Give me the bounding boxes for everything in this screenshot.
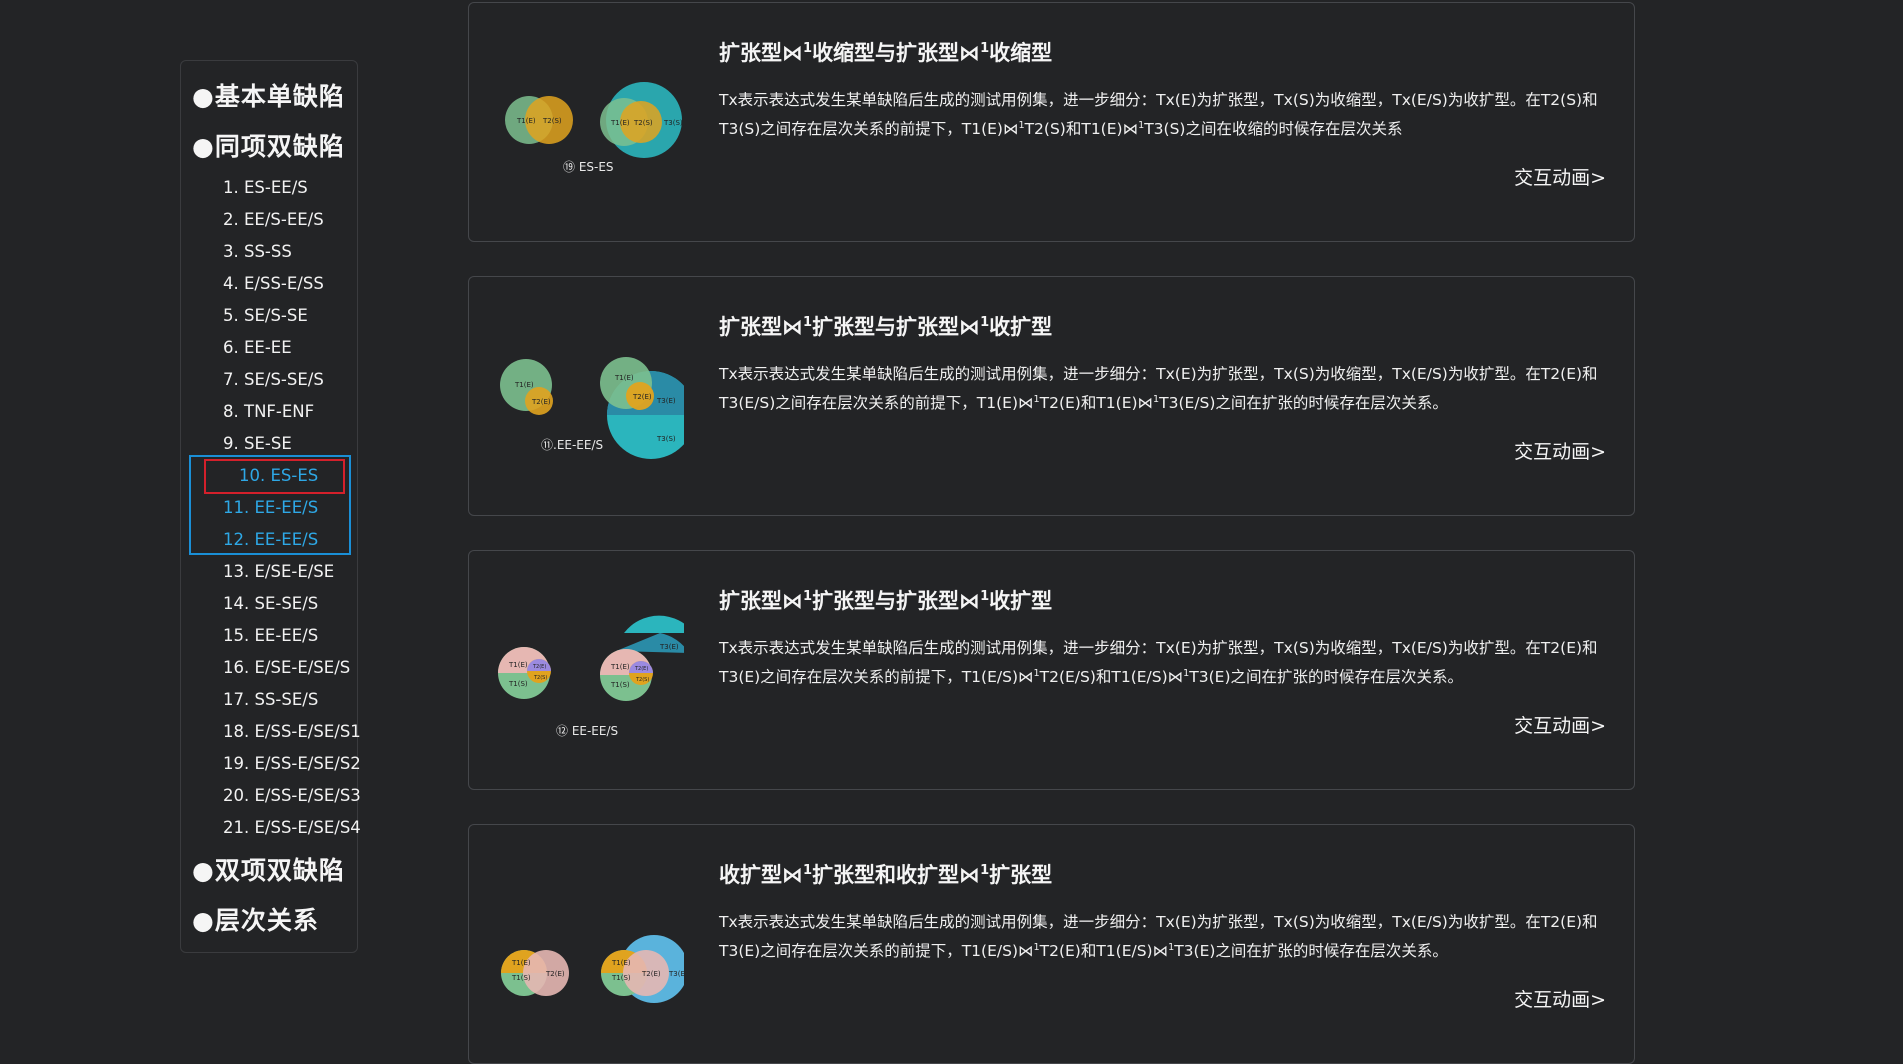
venn-label: T1(S) <box>511 974 531 982</box>
relation-card-1: T1(E) T2(S) T1(E) T2(S) T3(S) ⑲ ES-ES 扩张… <box>468 2 1635 242</box>
venn-label: T1(E) <box>614 374 634 382</box>
sidebar-item-9[interactable]: 9. SE-SE <box>223 434 292 453</box>
venn-label: T3(E) <box>659 643 679 651</box>
interactive-animation-link[interactable]: 交互动画> <box>1514 985 1606 1012</box>
venn-label: T1(E) <box>611 959 631 967</box>
venn-diagram-card-4: T1(E) T1(S) T2(E) T1(E) T1(S) T2(E) T3(E… <box>501 935 684 1003</box>
sidebar-item-6[interactable]: 6. EE-EE <box>223 338 292 357</box>
card-description: Tx表示表达式发生某单缺陷后生成的测试用例集，进一步细分：Tx(E)为扩张型，T… <box>719 639 1598 687</box>
venn-label: T3(E) <box>656 397 676 405</box>
section-hierarchy[interactable]: ●层次关系 <box>192 901 319 937</box>
card-title: 扩张型⋈1扩张型与扩张型⋈1收扩型 <box>719 589 1053 613</box>
card-title: 扩张型⋈1扩张型与扩张型⋈1收扩型 <box>719 315 1053 339</box>
sidebar-item-19[interactable]: 19. E/SS-E/SE/S2 <box>223 754 361 773</box>
venn-label: T1(E) <box>514 381 534 389</box>
venn-label: T1(E) <box>610 663 630 671</box>
venn-label: T3(E) <box>668 970 684 978</box>
venn-label: T2(E) <box>641 970 661 978</box>
sidebar-item-10[interactable]: 10. ES-ES <box>239 466 318 485</box>
venn-label: T2(S) <box>533 675 547 681</box>
diagram-caption: ⑪.EE-EE/S <box>541 438 604 452</box>
sidebar-item-8[interactable]: 8. TNF-ENF <box>223 402 314 421</box>
relation-card-4: T1(E) T1(S) T2(E) T1(E) T1(S) T2(E) T3(E… <box>468 824 1635 1064</box>
relation-card-2: T1(E) T2(E) T1(E) T2(E) T3(E) T3(S) ⑪.EE… <box>468 276 1635 516</box>
venn-label: T2(S) <box>633 119 653 127</box>
sidebar-item-7[interactable]: 7. SE/S-SE/S <box>223 370 324 389</box>
section-two-item-double-defect[interactable]: ●双项双缺陷 <box>192 851 345 887</box>
sidebar-item-4[interactable]: 4. E/SS-E/SS <box>223 274 324 293</box>
card-description: Tx表示表达式发生某单缺陷后生成的测试用例集，进一步细分：Tx(E)为扩张型，T… <box>719 91 1598 139</box>
interactive-animation-link[interactable]: 交互动画> <box>1514 711 1606 738</box>
card-description: Tx表示表达式发生某单缺陷后生成的测试用例集，进一步细分：Tx(E)为扩张型，T… <box>719 365 1598 413</box>
sidebar-item-20[interactable]: 20. E/SS-E/SE/S3 <box>223 786 361 805</box>
venn-label: T2(E) <box>531 398 551 406</box>
sidebar-item-14[interactable]: 14. SE-SE/S <box>223 594 318 613</box>
interactive-animation-link[interactable]: 交互动画> <box>1514 163 1606 190</box>
section-same-item-double-defect[interactable]: ●同项双缺陷 <box>192 127 345 163</box>
venn-label: T1(S) <box>508 680 528 688</box>
venn-label: T1(E) <box>516 117 536 125</box>
venn-label: T1(E) <box>508 661 528 669</box>
sidebar-nav: ●基本单缺陷 ●同项双缺陷 1. ES-EE/S 2. EE/S-EE/S 3.… <box>180 60 361 953</box>
venn-diagram-ee-ees: T1(E) T2(E) T1(E) T2(E) T3(E) T3(S) <box>500 357 684 459</box>
venn-label: T1(S) <box>610 681 630 689</box>
venn-label: T2(S) <box>542 117 562 125</box>
venn-label: T1(S) <box>611 974 631 982</box>
venn-label: T2(E) <box>532 664 546 670</box>
venn-diagram-es-es: T1(E) T2(S) T1(E) T2(S) T3(S) <box>505 82 683 158</box>
sidebar-item-12[interactable]: 12. EE-EE/S <box>223 530 318 549</box>
venn-label: T2(E) <box>632 393 652 401</box>
sidebar-item-16[interactable]: 16. E/SE-E/SE/S <box>223 658 350 677</box>
sidebar-item-18[interactable]: 18. E/SS-E/SE/S1 <box>223 722 361 741</box>
sidebar-item-21[interactable]: 21. E/SS-E/SE/S4 <box>223 818 361 837</box>
venn-label: T2(E) <box>634 666 648 672</box>
sidebar-item-11[interactable]: 11. EE-EE/S <box>223 498 318 517</box>
section-basic-single-defect[interactable]: ●基本单缺陷 <box>192 77 345 113</box>
venn-label: T1(E) <box>511 959 531 967</box>
sidebar-item-17[interactable]: 17. SS-SE/S <box>223 690 318 709</box>
diagram-caption: ⑲ ES-ES <box>563 160 614 174</box>
venn-label: T1(E) <box>610 119 630 127</box>
diagram-caption: ⑫ EE-EE/S <box>556 724 619 738</box>
venn-label: T2(S) <box>635 677 649 683</box>
relation-card-3: T1(E) T1(S) T2(E) T2(S) T1(E) T1(S) T2(E… <box>468 550 1635 790</box>
card-title: 扩张型⋈1收缩型与扩张型⋈1收缩型 <box>719 41 1053 65</box>
sidebar-item-5[interactable]: 5. SE/S-SE <box>223 306 308 325</box>
sidebar-item-2[interactable]: 2. EE/S-EE/S <box>223 210 324 229</box>
sidebar-item-13[interactable]: 13. E/SE-E/SE <box>223 562 334 581</box>
sidebar-item-1[interactable]: 1. ES-EE/S <box>223 178 308 197</box>
venn-label: T3(S) <box>663 119 683 127</box>
sidebar-item-3[interactable]: 3. SS-SS <box>223 242 292 261</box>
venn-label: T2(E) <box>545 970 565 978</box>
venn-label: T3(S) <box>656 435 676 443</box>
interactive-animation-link[interactable]: 交互动画> <box>1514 437 1606 464</box>
sidebar-item-15[interactable]: 15. EE-EE/S <box>223 626 318 645</box>
card-title: 收扩型⋈1扩张型和收扩型⋈1扩张型 <box>719 863 1053 887</box>
